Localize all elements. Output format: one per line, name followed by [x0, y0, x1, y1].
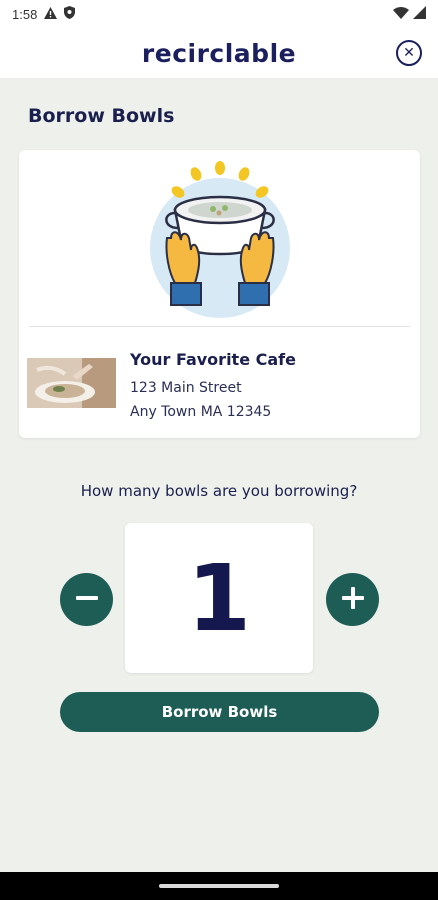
cafe-address-line2: Any Town MA 12345	[130, 404, 272, 420]
cafe-info: Your Favorite Cafe 123 Main Street Any T…	[130, 350, 296, 424]
plus-icon	[340, 585, 366, 615]
wifi-icon	[393, 6, 409, 22]
system-nav-bar	[0, 872, 438, 900]
quantity-question: How many bowls are you borrowing?	[80, 482, 358, 500]
cafe-card: Your Favorite Cafe 123 Main Street Any T…	[19, 150, 420, 438]
shield-icon	[64, 6, 76, 22]
status-bar: 1:58	[0, 0, 438, 28]
page-title: Borrow Bowls	[28, 105, 175, 127]
app-header: recirclable ✕	[0, 28, 438, 78]
home-indicator[interactable]	[159, 884, 279, 888]
signal-icon	[413, 6, 426, 22]
borrow-bowls-button[interactable]: Borrow Bowls	[60, 692, 379, 732]
card-divider	[29, 326, 410, 327]
cafe-name: Your Favorite Cafe	[130, 350, 296, 369]
quantity-value: 1	[186, 544, 251, 652]
close-icon: ✕	[403, 45, 415, 61]
cafe-photo	[27, 358, 116, 408]
close-button[interactable]: ✕	[396, 40, 422, 66]
minus-icon	[74, 585, 100, 615]
cafe-address-line1: 123 Main Street	[130, 380, 242, 396]
quantity-display: 1	[125, 523, 313, 673]
increment-button[interactable]	[326, 573, 379, 626]
bowl-hands-illustration	[145, 158, 295, 320]
status-time: 1:58	[12, 6, 38, 22]
app-logo: recirclable	[141, 38, 297, 68]
decrement-button[interactable]	[60, 573, 113, 626]
alert-icon	[44, 6, 58, 22]
